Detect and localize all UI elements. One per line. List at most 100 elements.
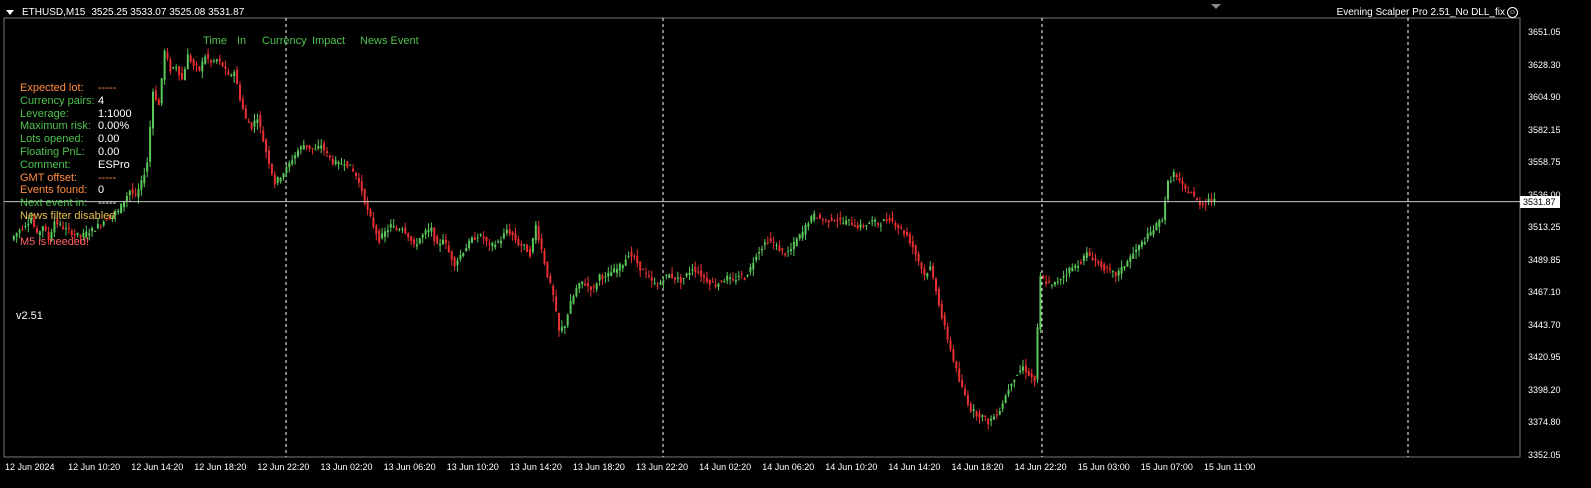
- price-chart[interactable]: [0, 0, 1591, 488]
- candle: [1091, 251, 1094, 261]
- candle: [1143, 237, 1146, 246]
- candle: [935, 276, 937, 295]
- symbol-label: ETHUSD,M15: [22, 7, 86, 18]
- candle: [720, 280, 723, 283]
- candle: [1048, 275, 1051, 284]
- candle: [1207, 193, 1210, 206]
- candle: [801, 225, 804, 241]
- candle: [44, 223, 47, 233]
- candle: [807, 221, 810, 231]
- candle: [299, 145, 302, 155]
- candle: [120, 203, 123, 214]
- candle: [734, 273, 737, 285]
- candle: [201, 57, 204, 79]
- time-tick-label: 13 Jun 18:20: [572, 462, 625, 472]
- candle: [430, 222, 433, 237]
- candle: [975, 410, 978, 421]
- candle: [894, 220, 897, 231]
- candle: [1074, 263, 1077, 272]
- candle: [1062, 270, 1065, 285]
- candle: [940, 299, 943, 321]
- candle: [1097, 260, 1100, 267]
- candle: [424, 227, 427, 240]
- candle: [1039, 271, 1042, 334]
- candle: [360, 174, 363, 196]
- candle: [140, 175, 143, 196]
- version-label: v2.51: [16, 310, 43, 322]
- chart-frame: [3, 17, 1521, 458]
- candle: [456, 257, 459, 272]
- candle: [827, 219, 830, 229]
- candle: [1146, 227, 1149, 243]
- candle: [357, 172, 360, 188]
- shift-marker-icon[interactable]: [1211, 4, 1221, 9]
- candle: [436, 234, 439, 245]
- candle: [1213, 192, 1216, 206]
- candle: [12, 235, 15, 242]
- candle: [610, 265, 613, 277]
- candle: [1036, 323, 1039, 384]
- candle: [537, 220, 540, 244]
- candle: [1065, 268, 1068, 282]
- candle: [268, 145, 270, 169]
- candle: [1100, 258, 1103, 271]
- info-value: 0.00: [98, 133, 120, 146]
- expert-advisor-name[interactable]: Evening Scalper Pro 2.51_No DLL_fix ☺: [1337, 7, 1518, 18]
- candle: [743, 276, 746, 281]
- info-label: News filter disabled: [20, 210, 116, 222]
- candle: [1190, 191, 1193, 194]
- candle: [444, 234, 447, 249]
- candle: [488, 238, 491, 252]
- candle: [1007, 384, 1010, 398]
- candle: [363, 188, 366, 206]
- candle: [998, 407, 1001, 416]
- info-value: -----: [98, 171, 117, 184]
- candle: [305, 145, 308, 151]
- candle: [987, 417, 990, 430]
- time-tick-label: 12 Jun 10:20: [68, 462, 121, 472]
- candle: [555, 289, 558, 313]
- info-label: Maximum risk:: [20, 120, 91, 133]
- candle: [1109, 263, 1111, 274]
- candle: [755, 253, 758, 263]
- candle: [297, 147, 299, 158]
- candle: [462, 252, 465, 258]
- time-tick-label: 13 Jun 10:20: [446, 462, 499, 472]
- candle: [543, 248, 546, 266]
- candle: [1129, 253, 1132, 269]
- info-value: 1:1000: [98, 107, 132, 120]
- candle: [1053, 281, 1056, 288]
- candle: [163, 48, 166, 85]
- info-value: 0.00%: [98, 120, 130, 133]
- candle: [882, 218, 885, 222]
- candle: [288, 160, 291, 173]
- candlestick-series: [12, 48, 1216, 430]
- candle: [552, 283, 555, 302]
- candle: [790, 242, 792, 255]
- current-price-badge: 3531.87: [1520, 195, 1560, 208]
- candle: [1088, 248, 1091, 257]
- candle: [1126, 259, 1129, 267]
- candle: [868, 221, 871, 225]
- candle: [1010, 383, 1013, 392]
- news-col-in: In: [237, 35, 247, 47]
- candle: [633, 253, 636, 261]
- candle: [656, 281, 659, 290]
- price-tick-label: 3489.85: [1528, 254, 1561, 265]
- candle: [500, 236, 502, 249]
- candle: [740, 270, 743, 279]
- candle: [563, 325, 566, 335]
- ohlc-values: 3525.25 3533.07 3525.08 3531.87: [91, 7, 245, 18]
- symbol-header[interactable]: ETHUSD,M15 3525.25 3533.07 3525.08 3531.…: [6, 7, 244, 18]
- info-label: Next event in:: [20, 197, 88, 210]
- candle: [378, 228, 381, 245]
- candle: [856, 221, 859, 231]
- candle: [384, 227, 386, 243]
- dropdown-icon[interactable]: [6, 10, 14, 15]
- candle: [497, 239, 500, 244]
- candle: [253, 113, 256, 133]
- candle: [1169, 176, 1172, 184]
- candle: [514, 227, 517, 244]
- candle: [62, 221, 65, 231]
- candle: [166, 48, 169, 62]
